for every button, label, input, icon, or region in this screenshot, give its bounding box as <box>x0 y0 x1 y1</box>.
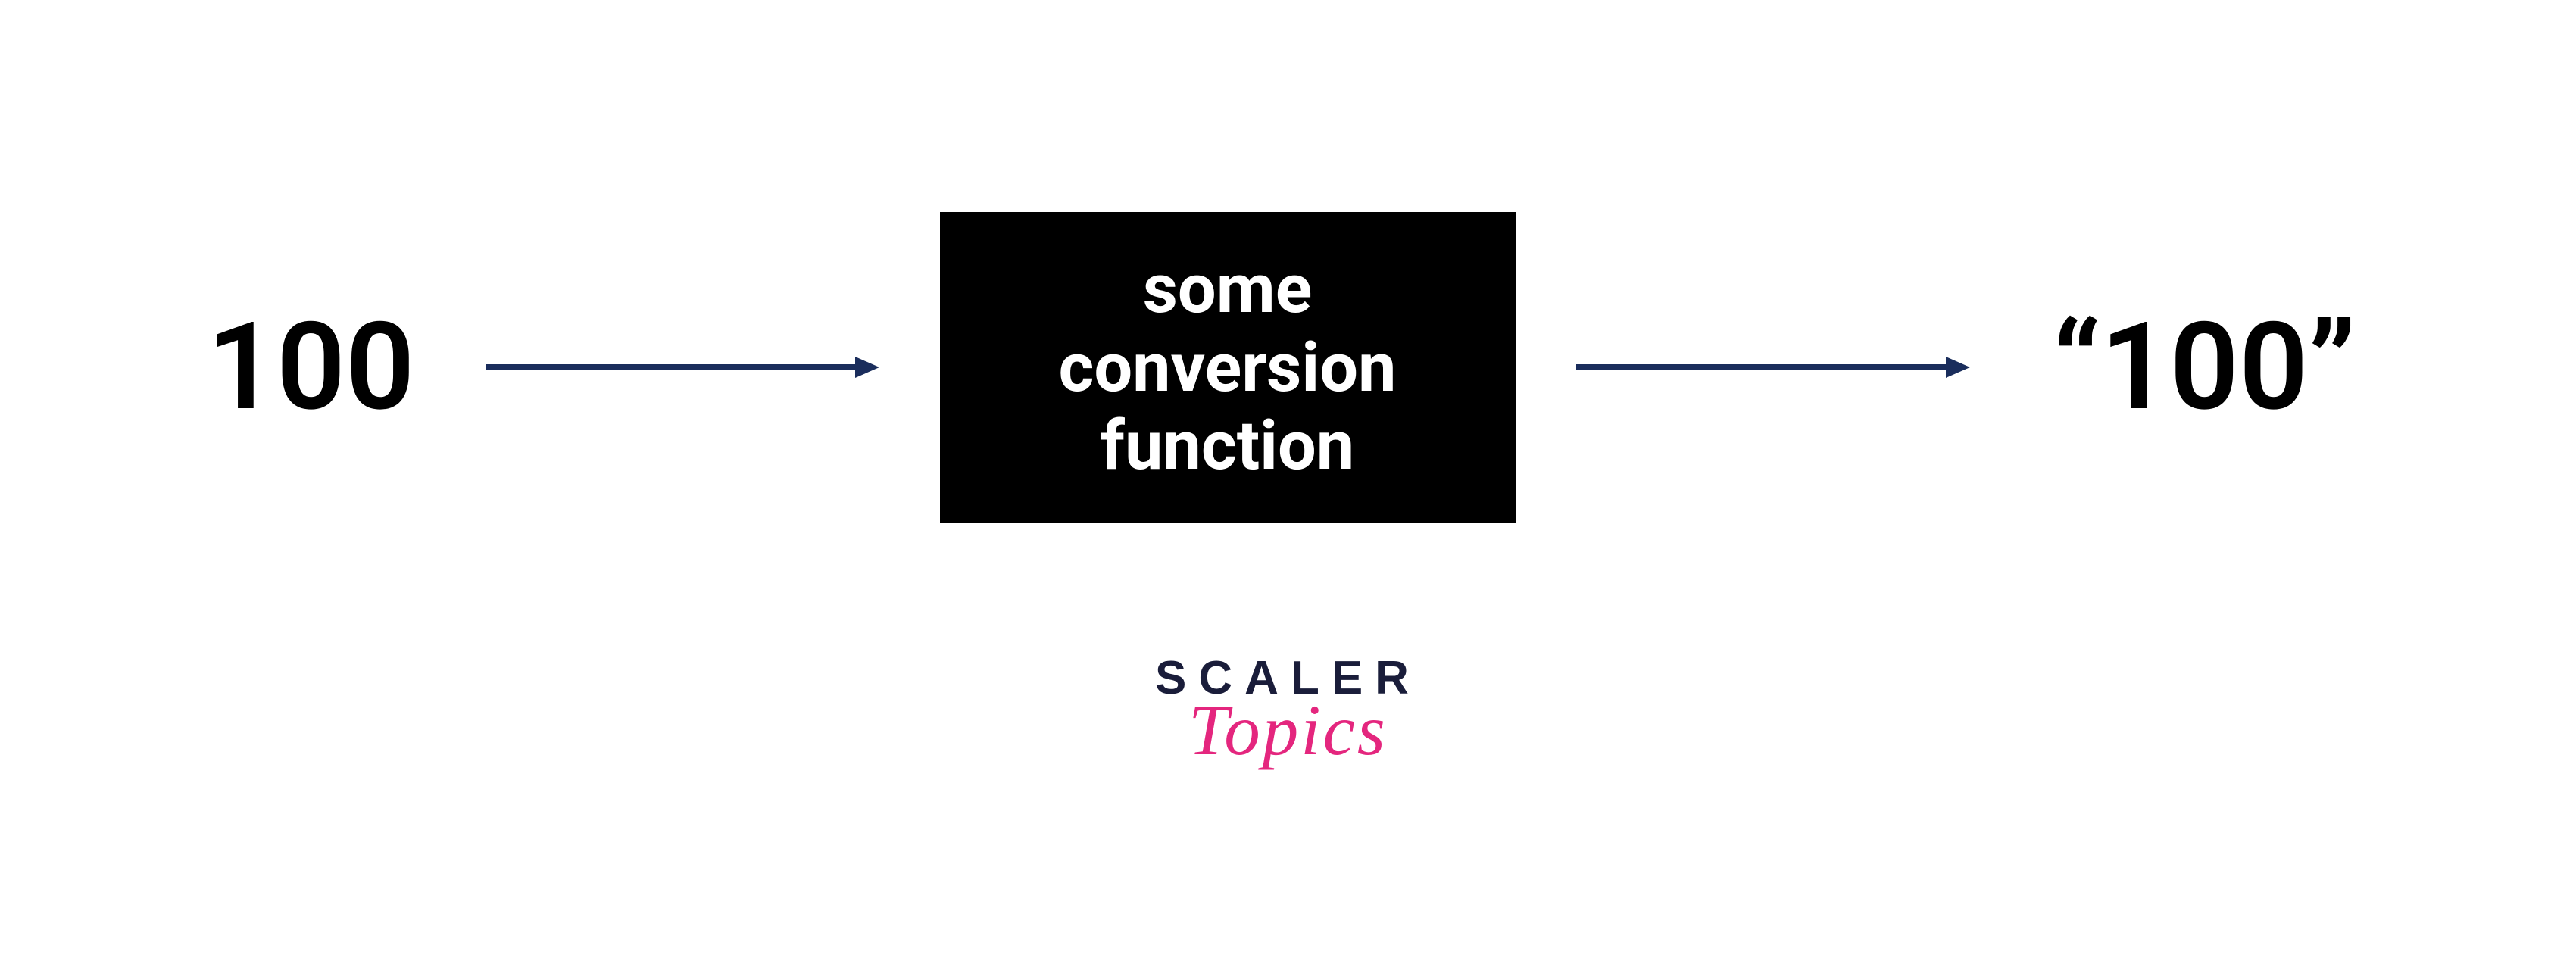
logo-bottom-text: Topics <box>1155 688 1421 772</box>
box-text-line3: function <box>1008 407 1447 485</box>
box-text-line1: some <box>1008 250 1447 329</box>
scaler-topics-logo: SCALER Topics <box>1155 651 1421 772</box>
conversion-diagram: 100 some conversion function “100” <box>0 212 2576 523</box>
conversion-function-box: some conversion function <box>940 212 1516 523</box>
output-value: “100” <box>2031 297 2379 438</box>
arrow-right-icon <box>486 352 879 382</box>
arrow-left <box>486 352 879 382</box>
input-value: 100 <box>198 297 425 438</box>
box-text-line2: conversion <box>1008 329 1447 407</box>
arrow-right <box>1576 352 1970 382</box>
arrow-right-icon <box>1576 352 1970 382</box>
